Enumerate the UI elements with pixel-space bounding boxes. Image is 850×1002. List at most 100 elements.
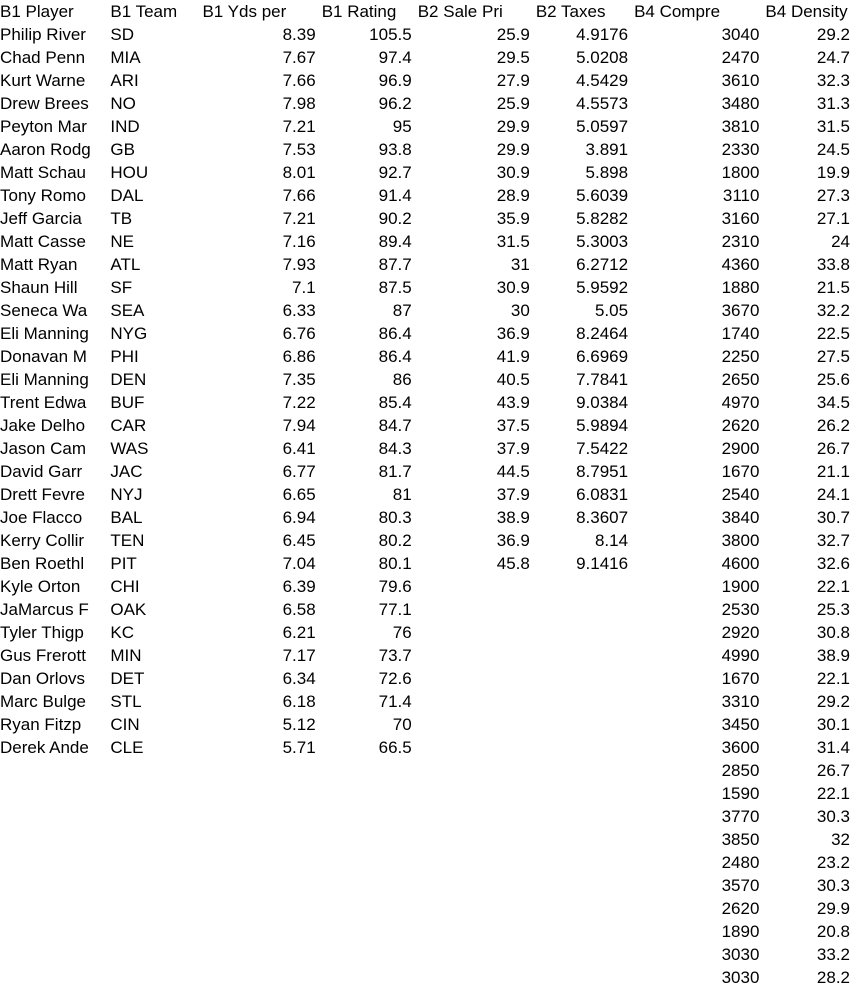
cell-rating[interactable]: 80.1 bbox=[316, 552, 412, 575]
cell-rating[interactable]: 92.7 bbox=[316, 161, 412, 184]
cell-sale-price[interactable]: 30 bbox=[412, 299, 530, 322]
cell-team[interactable]: STL bbox=[110, 690, 196, 713]
cell-compressive[interactable]: 1740 bbox=[628, 322, 760, 345]
cell-compressive[interactable]: 2620 bbox=[628, 897, 760, 920]
cell-sale-price[interactable]: 31 bbox=[412, 253, 530, 276]
cell-team[interactable]: MIN bbox=[110, 644, 196, 667]
cell-team[interactable]: ATL bbox=[110, 253, 196, 276]
cell-density[interactable]: 30.3 bbox=[759, 805, 850, 828]
cell-taxes[interactable]: 5.898 bbox=[530, 161, 629, 184]
cell-rating[interactable]: 87.7 bbox=[316, 253, 412, 276]
cell-density[interactable]: 34.5 bbox=[759, 391, 850, 414]
cell-density[interactable]: 28.2 bbox=[759, 966, 850, 989]
cell-player[interactable]: Drett Fevre bbox=[0, 483, 110, 506]
cell-player[interactable] bbox=[0, 828, 110, 851]
cell-rating[interactable]: 81.7 bbox=[316, 460, 412, 483]
cell-taxes[interactable]: 6.6969 bbox=[530, 345, 628, 368]
cell-yds-per[interactable] bbox=[196, 828, 315, 851]
cell-taxes[interactable] bbox=[530, 690, 628, 713]
cell-yds-per[interactable] bbox=[196, 782, 315, 805]
cell-rating[interactable]: 77.1 bbox=[316, 598, 412, 621]
cell-density[interactable]: 27.5 bbox=[759, 345, 850, 368]
cell-player[interactable]: Kyle Orton bbox=[0, 575, 110, 598]
cell-player[interactable]: Peyton Mar bbox=[0, 115, 110, 138]
cell-sale-price[interactable]: 30.9 bbox=[412, 161, 530, 184]
cell-player[interactable]: Jason Cam bbox=[0, 437, 110, 460]
cell-compressive[interactable]: 2850 bbox=[628, 759, 760, 782]
cell-density[interactable]: 30.7 bbox=[759, 506, 850, 529]
cell-rating[interactable] bbox=[316, 828, 412, 851]
cell-density[interactable]: 20.8 bbox=[759, 920, 850, 943]
cell-compressive[interactable]: 3110 bbox=[628, 184, 760, 207]
cell-compressive[interactable]: 4600 bbox=[628, 552, 760, 575]
column-header-taxes[interactable]: B2 Taxes bbox=[530, 0, 628, 23]
cell-compressive[interactable]: 2650 bbox=[628, 368, 760, 391]
cell-team[interactable] bbox=[110, 759, 196, 782]
cell-yds-per[interactable] bbox=[196, 966, 315, 989]
cell-yds-per[interactable]: 7.21 bbox=[196, 207, 316, 230]
cell-team[interactable]: GB bbox=[110, 138, 196, 161]
cell-yds-per[interactable]: 7.35 bbox=[196, 368, 316, 391]
cell-rating[interactable]: 96.9 bbox=[316, 69, 412, 92]
cell-compressive[interactable]: 3310 bbox=[628, 690, 760, 713]
column-header-player[interactable]: B1 Player bbox=[0, 0, 110, 23]
cell-team[interactable]: CAR bbox=[110, 414, 196, 437]
cell-team[interactable] bbox=[110, 782, 196, 805]
cell-compressive[interactable]: 3800 bbox=[628, 529, 760, 552]
cell-team[interactable]: SD bbox=[110, 23, 196, 46]
cell-compressive[interactable]: 2470 bbox=[628, 46, 760, 69]
column-header-rating[interactable]: B1 Rating bbox=[316, 0, 412, 23]
cell-sale-price[interactable] bbox=[412, 736, 530, 759]
cell-yds-per[interactable] bbox=[196, 920, 315, 943]
cell-sale-price[interactable]: 37.9 bbox=[412, 437, 530, 460]
cell-yds-per[interactable]: 6.86 bbox=[196, 345, 316, 368]
cell-sale-price[interactable] bbox=[412, 667, 530, 690]
cell-yds-per[interactable] bbox=[196, 805, 315, 828]
cell-taxes[interactable]: 5.9592 bbox=[530, 276, 628, 299]
cell-sale-price[interactable] bbox=[412, 575, 530, 598]
cell-player[interactable]: Ryan Fitzp bbox=[0, 713, 110, 736]
cell-rating[interactable] bbox=[316, 759, 412, 782]
cell-density[interactable]: 24.1 bbox=[759, 483, 850, 506]
cell-taxes[interactable]: 3.891 bbox=[530, 138, 629, 161]
cell-density[interactable]: 26.7 bbox=[759, 759, 850, 782]
cell-player[interactable]: Dan Orlovs bbox=[0, 667, 110, 690]
cell-team[interactable]: SF bbox=[110, 276, 196, 299]
column-header-yds-per[interactable]: B1 Yds per bbox=[196, 0, 315, 23]
cell-sale-price[interactable] bbox=[412, 759, 530, 782]
cell-taxes[interactable]: 4.5429 bbox=[530, 69, 628, 92]
cell-rating[interactable] bbox=[316, 851, 412, 874]
cell-taxes[interactable] bbox=[530, 621, 628, 644]
cell-rating[interactable]: 80.3 bbox=[316, 506, 412, 529]
cell-rating[interactable]: 79.6 bbox=[316, 575, 412, 598]
cell-density[interactable]: 26.2 bbox=[759, 414, 850, 437]
cell-yds-per[interactable]: 7.98 bbox=[196, 92, 316, 115]
cell-compressive[interactable]: 1670 bbox=[628, 460, 760, 483]
cell-player[interactable]: Eli Manning bbox=[0, 322, 110, 345]
cell-taxes[interactable]: 8.2464 bbox=[530, 322, 628, 345]
cell-player[interactable] bbox=[0, 782, 110, 805]
cell-taxes[interactable] bbox=[530, 598, 628, 621]
cell-team[interactable] bbox=[110, 874, 196, 897]
cell-rating[interactable]: 89.4 bbox=[316, 230, 412, 253]
cell-player[interactable]: Trent Edwa bbox=[0, 391, 110, 414]
cell-team[interactable]: BUF bbox=[110, 391, 196, 414]
cell-compressive[interactable]: 3160 bbox=[628, 207, 760, 230]
cell-player[interactable]: Joe Flacco bbox=[0, 506, 110, 529]
cell-sale-price[interactable]: 35.9 bbox=[412, 207, 530, 230]
cell-rating[interactable]: 85.4 bbox=[316, 391, 412, 414]
cell-yds-per[interactable]: 7.22 bbox=[196, 391, 316, 414]
cell-yds-per[interactable]: 7.16 bbox=[196, 230, 316, 253]
cell-sale-price[interactable]: 27.9 bbox=[412, 69, 530, 92]
cell-team[interactable]: BAL bbox=[110, 506, 196, 529]
cell-sale-price[interactable]: 36.9 bbox=[412, 322, 530, 345]
cell-player[interactable]: Ben Roethl bbox=[0, 552, 110, 575]
cell-density[interactable]: 33.8 bbox=[759, 253, 850, 276]
cell-player[interactable]: Gus Frerott bbox=[0, 644, 110, 667]
cell-player[interactable]: Shaun Hill bbox=[0, 276, 110, 299]
cell-rating[interactable]: 72.6 bbox=[316, 667, 412, 690]
cell-player[interactable]: Matt Casse bbox=[0, 230, 110, 253]
cell-sale-price[interactable]: 28.9 bbox=[412, 184, 530, 207]
column-header-density[interactable]: B4 Density bbox=[759, 0, 850, 23]
cell-density[interactable]: 29.2 bbox=[759, 690, 850, 713]
